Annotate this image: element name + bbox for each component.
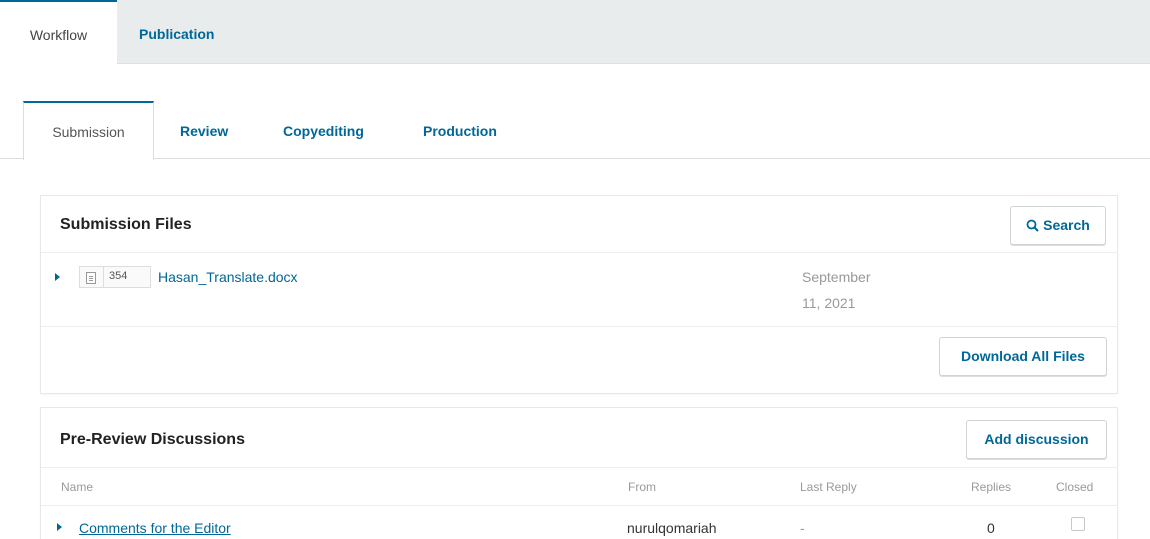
- add-discussion-button[interactable]: Add discussion: [966, 420, 1107, 459]
- divider: [41, 467, 1117, 468]
- tab-publication[interactable]: Publication: [120, 0, 233, 65]
- file-name-link[interactable]: Hasan_Translate.docx: [158, 269, 298, 285]
- submission-files-title: Submission Files: [60, 216, 192, 233]
- column-header-last-reply: Last Reply: [800, 480, 857, 494]
- tab-copyediting[interactable]: Copyediting: [283, 101, 364, 159]
- divider: [41, 326, 1117, 327]
- file-id: 354: [109, 270, 128, 282]
- expand-row-icon[interactable]: [57, 523, 62, 531]
- closed-checkbox[interactable]: [1071, 517, 1085, 531]
- column-header-closed: Closed: [1056, 480, 1094, 494]
- discussions-title: Pre-Review Discussions: [60, 431, 245, 448]
- download-all-files-button[interactable]: Download All Files: [939, 337, 1107, 376]
- column-header-replies: Replies: [971, 480, 1012, 494]
- file-date-line2: 11, 2021: [802, 295, 856, 311]
- column-header-name: Name: [61, 480, 94, 494]
- divider: [41, 252, 1117, 253]
- divider: [103, 267, 104, 287]
- search-button[interactable]: Search: [1010, 206, 1106, 245]
- top-tab-bar: Workflow Publication: [0, 0, 1150, 65]
- tab-workflow[interactable]: Workflow: [0, 0, 117, 65]
- file-date-line1: September: [802, 269, 871, 285]
- pre-review-discussions-panel: Pre-Review Discussions Add discussion Co…: [41, 408, 1117, 539]
- file-id-badge: 354: [79, 266, 151, 288]
- discussion-last-reply: -: [800, 520, 805, 536]
- discussion-name-link[interactable]: Comments for the Editor: [79, 520, 231, 536]
- search-button-label: Search: [1043, 217, 1090, 233]
- document-icon: [86, 272, 96, 284]
- discussion-from: nurulqomariah: [627, 520, 717, 536]
- tab-submission[interactable]: Submission: [23, 101, 154, 160]
- divider: [41, 505, 1117, 506]
- tab-review[interactable]: Review: [180, 101, 228, 159]
- tab-production[interactable]: Production: [423, 101, 497, 159]
- expand-row-icon[interactable]: [55, 273, 60, 281]
- column-header-from: From: [628, 480, 656, 494]
- search-icon: [1026, 219, 1039, 232]
- discussion-replies: 0: [987, 520, 995, 536]
- submission-files-panel: Submission Files Search 354 Hasan_Transl…: [41, 196, 1117, 393]
- stage-tab-bar: Submission Review Copyediting Production: [0, 101, 1150, 160]
